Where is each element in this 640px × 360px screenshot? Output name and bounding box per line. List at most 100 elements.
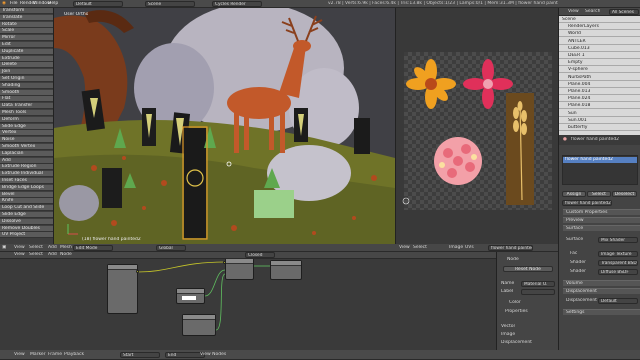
scene-selector[interactable]: Scene — [145, 1, 195, 7]
outliner-item[interactable]: butterfly — [559, 125, 640, 131]
tool-shelf-item[interactable]: Scale — [0, 28, 53, 35]
shader2-selector[interactable]: Diffuse BSDF — [598, 269, 638, 275]
select-button[interactable]: Select — [587, 191, 611, 197]
outliner-item[interactable]: Empty — [559, 60, 640, 67]
tool-shelf-item[interactable]: Smooth Vertex — [0, 144, 53, 150]
outliner-item[interactable]: Plane.018 — [559, 103, 640, 110]
node-name-field[interactable]: Material O. — [521, 281, 555, 287]
section-custom-properties[interactable]: Custom Properties — [563, 209, 640, 215]
outliner-display-mode[interactable]: All Scenes — [609, 9, 639, 15]
viewport-menu-select[interactable]: Select — [29, 245, 43, 251]
tool-shelf-item[interactable]: Laplacian — [0, 150, 53, 157]
reset-node-button[interactable]: Reset Node — [503, 266, 553, 272]
menu-help[interactable]: Help — [48, 1, 58, 7]
socket-input[interactable] — [223, 261, 226, 264]
outliner-tab-view[interactable]: View — [568, 9, 579, 15]
outliner-item[interactable]: Plane.013 — [559, 89, 640, 95]
mode-selector[interactable]: Edit Mode — [73, 245, 113, 251]
tool-shelf-item[interactable]: Extrude — [0, 55, 53, 62]
outliner-item[interactable]: V-sphere — [559, 67, 640, 74]
tool-shelf-item[interactable]: Slide Edge — [0, 123, 53, 130]
tool-shelf-item[interactable]: Smooth — [0, 89, 53, 96]
tool-shelf-item[interactable]: Delete — [0, 62, 53, 69]
tool-shelf-item[interactable]: Flat — [0, 96, 53, 103]
3d-viewport[interactable]: User Ortho (18) flower hand painted2 — [54, 8, 395, 246]
outliner-item[interactable]: World — [559, 31, 640, 38]
node-menu-node[interactable]: Node — [60, 252, 72, 258]
image-texture-node[interactable] — [107, 264, 138, 314]
tool-shelf-item[interactable]: Join — [0, 69, 53, 76]
node-menu-add[interactable]: Add — [48, 252, 57, 258]
socket-output[interactable] — [136, 270, 139, 273]
tool-shelf-item[interactable]: Vertex — [0, 130, 53, 137]
section-surface[interactable]: Surface — [563, 225, 640, 231]
uv-image-editor[interactable] — [395, 8, 558, 246]
tool-shelf-item[interactable]: Duplicate — [0, 48, 53, 55]
timeline-menu-frame[interactable]: Frame — [48, 352, 62, 358]
viewport-menu-mesh[interactable]: Mesh — [60, 245, 72, 251]
timeline-end-field[interactable]: End — [165, 352, 205, 358]
uv-menu-view[interactable]: View — [399, 245, 410, 251]
tool-shelf-item[interactable]: Shading — [0, 82, 53, 89]
outliner-item[interactable]: Plane.004 — [559, 81, 640, 88]
deselect-button[interactable]: Deselect — [612, 191, 637, 197]
tool-shelf-item[interactable]: Remove Doubles — [0, 225, 53, 232]
color-swatch[interactable] — [182, 296, 196, 300]
node-menu-view[interactable]: View — [14, 252, 25, 258]
tool-shelf-item[interactable]: Mesh Tools — [0, 110, 53, 116]
node-menu-select[interactable]: Select — [29, 252, 43, 258]
uv-menu-image[interactable]: Image — [449, 245, 463, 251]
tool-shelf-item[interactable]: Edit — [0, 42, 53, 48]
outliner-item[interactable]: Scene — [559, 17, 640, 23]
viewport-menu-view[interactable]: View — [14, 245, 25, 251]
material-name-field[interactable]: flower hand painted2 — [562, 200, 612, 206]
surface-shader-selector[interactable]: Mix Shader — [598, 237, 638, 243]
outliner-item[interactable]: Sun — [559, 110, 640, 117]
tool-shelf-item[interactable]: Bevel — [0, 191, 53, 198]
node-label-field[interactable] — [521, 289, 555, 295]
diffuse-bsdf-node[interactable] — [182, 314, 216, 336]
outliner-item[interactable]: NurbsPath — [559, 74, 640, 81]
shader1-selector[interactable]: Transparent BSDF — [598, 260, 638, 266]
tool-shelf-item[interactable]: Extrude Individual — [0, 171, 53, 178]
tool-shelf-item[interactable]: Extrude Region — [0, 164, 53, 171]
tool-shelf-item[interactable]: Slide Edge — [0, 212, 53, 218]
outliner-item[interactable]: Plane.024 — [559, 96, 640, 103]
menu-file[interactable]: File — [10, 1, 18, 7]
tool-shelf-item[interactable]: Loop Cut and Slide — [0, 205, 53, 212]
uv-image-selector[interactable]: flower hand painted2 — [488, 245, 533, 251]
section-preview[interactable]: Preview — [563, 217, 640, 223]
outliner-tab-search[interactable]: Search — [585, 9, 600, 15]
editor-type-icon[interactable]: ▣ — [2, 245, 6, 251]
timeline-menu-view[interactable]: View — [14, 352, 25, 358]
outliner-item[interactable]: ANTLER — [559, 38, 640, 45]
fac-input-selector[interactable]: Image Texture — [598, 251, 638, 257]
timeline-menu-marker[interactable]: Marker — [30, 352, 46, 358]
viewport-menu-add[interactable]: Add — [48, 245, 57, 251]
outliner-item[interactable]: RenderLayers — [559, 24, 640, 31]
blender-logo-icon[interactable]: ◉ — [2, 1, 6, 7]
tool-shelf-item[interactable]: Noise — [0, 137, 53, 144]
timeline-menu-playback[interactable]: Playback — [64, 352, 84, 358]
tool-shelf-item[interactable]: Dissolve — [0, 218, 53, 225]
tool-shelf-item[interactable]: Set Origin — [0, 76, 53, 82]
outliner-item[interactable]: DEER 1 — [559, 53, 640, 59]
node-tree-selector[interactable]: Closed — [245, 252, 275, 258]
render-engine-selector[interactable]: Cycles Render — [212, 1, 262, 7]
displacement-method-selector[interactable]: Default — [598, 298, 638, 304]
outliner-item[interactable]: Cube.013 — [559, 45, 640, 52]
timeline-start-field[interactable]: Start — [120, 352, 160, 358]
material-slot-item[interactable]: flower hand painted2 — [563, 157, 637, 163]
uv-menu-select[interactable]: Select — [413, 245, 427, 251]
tool-shelf-item[interactable]: Mirror — [0, 35, 53, 42]
uv-menu-uvs[interactable]: UVs — [465, 245, 474, 251]
material-tab-icon[interactable]: ● — [563, 137, 567, 143]
tool-shelf-item[interactable]: Data Transfer — [0, 103, 53, 110]
tool-shelf-item[interactable]: Inset Faces — [0, 178, 53, 184]
node-editor[interactable] — [0, 252, 496, 350]
section-volume[interactable]: Volume — [563, 280, 640, 286]
layout-selector[interactable]: Default — [73, 1, 123, 7]
material-slot-list[interactable]: flower hand painted2 — [562, 155, 638, 185]
tool-shelf-item[interactable]: Bridge Edge Loops — [0, 184, 53, 191]
tool-shelf-item[interactable]: Knife — [0, 198, 53, 205]
